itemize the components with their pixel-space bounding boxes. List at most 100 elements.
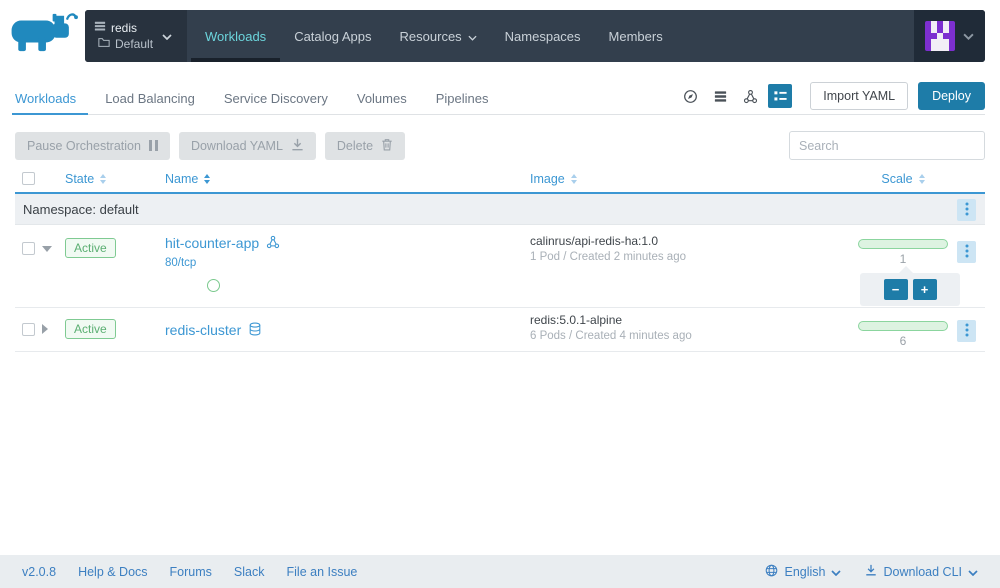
table-row: Active redis-cluster redis:5.0.1-alpine … [15,308,985,352]
scale-cell: 1 [858,239,948,266]
chevron-down-icon [468,29,477,44]
image-meta: 1 Pod / Created 2 minutes ago [530,251,686,263]
user-menu[interactable] [914,10,985,62]
hierarchy-view-icon[interactable] [738,84,762,108]
main-navbar: redis Default Workloads Catalog Apps Res… [85,10,985,62]
column-header-image[interactable]: Image [530,172,577,186]
tab-load-balancing[interactable]: Load Balancing [105,82,195,114]
nav-label: Workloads [205,28,267,44]
language-selector[interactable]: English [765,564,842,580]
top-bar: redis Default Workloads Catalog Apps Res… [0,0,1000,62]
delete-button[interactable]: Delete [324,131,406,160]
download-yaml-button[interactable]: Download YAML [178,131,316,160]
select-all-checkbox[interactable] [22,172,35,185]
column-header-scale[interactable]: Scale [858,172,948,186]
grouped-view-icon[interactable] [768,84,793,108]
scale-up-button[interactable]: + [912,279,937,300]
language-label: English [784,564,826,579]
folder-icon [98,36,110,52]
workload-name: redis-cluster [165,321,242,338]
image-name: calinrus/api-redis-ha:1.0 [530,234,659,248]
tab-pipelines[interactable]: Pipelines [436,82,489,114]
column-label: State [65,172,95,186]
chevron-down-icon [162,27,172,45]
download-cli-menu[interactable]: Download CLI [865,564,978,579]
search-input[interactable] [789,131,985,160]
expand-caret-icon[interactable] [42,324,48,334]
tab-service-discovery[interactable]: Service Discovery [224,82,328,114]
sort-icon [204,174,211,184]
trash-icon [381,138,393,154]
column-header-state[interactable]: State [65,172,107,186]
cluster-icon [94,20,106,36]
nav-label: Resources [399,28,462,44]
footer-link-help-docs[interactable]: Help & Docs [78,565,147,579]
tab-volumes[interactable]: Volumes [357,82,407,114]
nav-item-namespaces[interactable]: Namespaces [491,10,595,62]
nav-label: Catalog Apps [294,28,372,44]
scale-value: 6 [899,334,907,348]
compass-view-icon[interactable] [678,84,702,108]
dots-vertical-icon [965,244,969,261]
download-cli-label: Download CLI [883,564,962,579]
nav-item-workloads[interactable]: Workloads [191,10,281,62]
hierarchy-icon [266,234,280,251]
version-label[interactable]: v2.0.8 [22,565,56,579]
namespace-menu-button[interactable] [957,199,976,221]
rancher-logo[interactable] [10,11,80,58]
rows-view-icon[interactable] [708,84,732,108]
port-link[interactable]: 80/tcp [165,257,280,269]
scale-down-button[interactable]: − [883,279,908,300]
collapse-caret-icon[interactable] [42,246,52,252]
download-icon [865,564,877,579]
footer-link-slack[interactable]: Slack [234,565,265,579]
button-label: Delete [336,138,374,153]
nav-items: Workloads Catalog Apps Resources Namespa… [191,10,677,62]
nav-label: Namespaces [504,28,581,44]
pod-status-circle[interactable] [207,279,220,292]
dots-vertical-icon [965,202,969,219]
row-menu-button[interactable] [957,320,976,342]
download-icon [291,138,304,154]
status-badge: Active [65,319,116,339]
image-name: redis:5.0.1-alpine [530,313,623,327]
nav-item-resources[interactable]: Resources [386,10,491,62]
pause-orchestration-button[interactable]: Pause Orchestration [15,131,170,160]
row-checkbox[interactable] [22,323,35,336]
tab-actions: Import YAML Deploy [678,82,985,114]
deploy-button[interactable]: Deploy [918,82,985,110]
image-cell: calinrus/api-redis-ha:1.0 1 Pod / Create… [530,234,686,263]
column-label: Name [165,172,199,186]
status-badge: Active [65,238,116,258]
footer-link-forums[interactable]: Forums [170,565,212,579]
bulk-action-bar: Pause Orchestration Download YAML Delete [15,131,985,160]
name-cell: redis-cluster [165,321,262,340]
avatar [925,21,955,51]
section-tabbar: Workloads Load Balancing Service Discove… [11,82,985,115]
button-label: Download YAML [190,138,283,153]
workload-link[interactable]: hit-counter-app [165,234,280,251]
cluster-name: redis [111,21,138,35]
scale-cell: 6 [858,321,948,348]
row-menu-button[interactable] [957,241,976,263]
namespace-group-row: Namespace: default [15,194,985,225]
sort-icon [100,174,107,184]
import-yaml-button[interactable]: Import YAML [810,82,909,110]
cluster-project-selector[interactable]: redis Default [85,10,187,62]
tab-workloads[interactable]: Workloads [11,82,89,115]
nav-item-members[interactable]: Members [595,10,677,62]
image-cell: redis:5.0.1-alpine 6 Pods / Created 4 mi… [530,313,692,342]
scale-popover: − + [860,266,960,306]
workload-link[interactable]: redis-cluster [165,321,262,338]
table-row: Active hit-counter-app 80/tcp calinrus/a… [15,225,985,308]
column-header-name[interactable]: Name [165,172,211,186]
row-checkbox[interactable] [22,242,35,255]
image-meta: 6 Pods / Created 4 minutes ago [530,330,692,342]
nav-item-catalog-apps[interactable]: Catalog Apps [280,10,385,62]
nav-label: Members [608,28,663,44]
footer-link-file-an-issue[interactable]: File an Issue [287,565,358,579]
column-label: Image [530,172,565,186]
sort-icon [570,174,577,184]
tab-label: Load Balancing [105,90,195,106]
view-toggle-group [678,84,793,108]
